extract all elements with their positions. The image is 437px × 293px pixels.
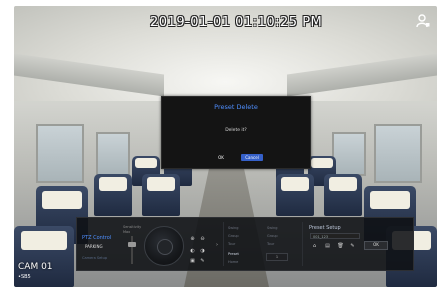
camera-setup-link[interactable]: Camera Setup — [82, 256, 107, 260]
status-tag: •SB5 — [18, 274, 31, 280]
arrow-right-icon[interactable]: › — [214, 240, 220, 250]
home-icon[interactable]: ⌂ — [311, 243, 318, 250]
iris-icon[interactable]: ◑ — [199, 248, 206, 255]
cancel-button[interactable]: Cancel — [241, 154, 263, 161]
preset-setup-title: Preset Setup — [309, 225, 341, 231]
joystick-handle[interactable] — [157, 239, 173, 255]
timestamp: 2019-01-01 01:10:25 PM — [150, 15, 323, 30]
seat — [276, 174, 314, 216]
preset-ok-button[interactable]: OK — [364, 241, 388, 250]
ptz-mode: PARKING — [85, 244, 103, 249]
divider — [223, 222, 224, 266]
seat — [94, 174, 132, 216]
zoom-out-icon[interactable]: ⊖ — [199, 236, 206, 243]
option-home[interactable]: Home — [228, 260, 238, 264]
save-icon[interactable]: ▣ — [189, 258, 196, 265]
delete-icon[interactable]: 🗑 — [337, 243, 344, 250]
ptz-control-panel: PTZ Control PARKING Camera Setup Sensiti… — [76, 217, 414, 271]
ptz-joystick[interactable] — [144, 226, 184, 266]
option-swing[interactable]: Swing — [228, 226, 239, 230]
seat — [142, 174, 180, 216]
dialog-message: Delete it? — [225, 128, 247, 133]
option-preset[interactable]: Preset — [228, 252, 239, 256]
camera-label: CAM 01 — [18, 262, 53, 272]
option-group-right[interactable]: Group — [267, 234, 278, 238]
dialog-title: Preset Delete — [214, 103, 258, 111]
sensitivity-label: Sensitivity — [123, 225, 142, 229]
preset-number-field[interactable]: 1 — [266, 253, 288, 261]
edit-icon[interactable]: ✎ — [349, 243, 356, 250]
sensitivity-slider-handle[interactable] — [128, 242, 136, 247]
edit-icon[interactable]: ✎ — [199, 258, 206, 265]
option-tour[interactable]: Tour — [228, 242, 235, 246]
preset-delete-dialog: Preset Delete Delete it? OK Cancel — [161, 96, 311, 169]
option-swing-right[interactable]: Swing — [267, 226, 278, 230]
zoom-in-icon[interactable]: ⊕ — [189, 236, 196, 243]
save-icon[interactable]: ▤ — [324, 243, 331, 250]
screen: 2019-01-01 01:10:25 PM CAM 01 •SB5 Prese… — [0, 0, 437, 293]
window — [36, 124, 84, 183]
sensitivity-slider[interactable] — [131, 236, 133, 264]
window — [332, 132, 366, 176]
option-tour-right[interactable]: Tour — [267, 242, 274, 246]
option-group[interactable]: Group — [228, 234, 239, 238]
window — [374, 124, 422, 183]
ptz-title: PTZ Control — [82, 235, 112, 241]
focus-icon[interactable]: ◐ — [189, 248, 196, 255]
person-icon[interactable] — [416, 14, 430, 28]
seat — [324, 174, 362, 216]
window — [96, 132, 130, 176]
sensitivity-value: Max — [123, 230, 131, 234]
preset-name-field[interactable]: 001_123 — [310, 233, 360, 239]
divider — [302, 222, 303, 266]
ok-button[interactable]: OK — [210, 154, 232, 161]
